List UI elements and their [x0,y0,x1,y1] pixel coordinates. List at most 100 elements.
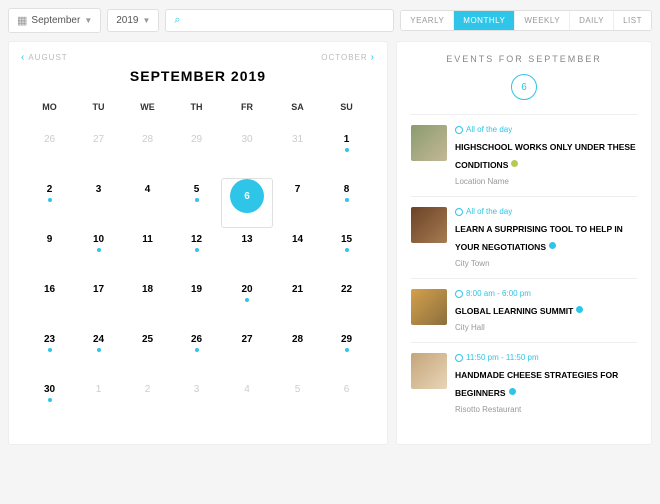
view-monthly[interactable]: MONTHLY [454,11,515,30]
event-time: All of the day [455,207,637,216]
day-number: 28 [292,334,303,345]
calendar-day[interactable]: 18 [123,278,172,328]
calendar-day: 4 [221,378,273,428]
day-number: 26 [44,134,55,145]
event-thumbnail [411,353,447,389]
calendar-day[interactable]: 4 [123,178,172,228]
event-title: HANDMADE CHEESE STRATEGIES FOR BEGINNERS [455,370,618,398]
day-number: 18 [142,284,153,295]
calendar-day[interactable]: 7 [273,178,322,228]
calendar-day[interactable]: 10 [74,228,123,278]
event-item[interactable]: All of the dayLEARN A SURPRISING TOOL TO… [411,196,637,278]
year-select[interactable]: 2019 ▼ [107,9,159,32]
day-number: 4 [244,384,250,395]
day-number: 28 [142,134,153,145]
view-weekly[interactable]: WEEKLY [515,11,570,30]
search-field[interactable]: ⌕ [165,9,394,32]
calendar-day[interactable]: 30 [25,378,74,428]
events-header: EVENTS FOR SEPTEMBER [411,54,637,64]
day-number: 10 [93,234,104,245]
calendar-day[interactable]: 16 [25,278,74,328]
event-dot [345,198,349,202]
day-number: 13 [241,234,252,245]
day-number: 1 [344,134,350,145]
event-location: City Hall [455,323,637,332]
event-thumbnail [411,207,447,243]
prev-month-button[interactable]: ‹ AUGUST [21,52,68,63]
event-item[interactable]: 11:50 pm - 11:50 pmHANDMADE CHEESE STRAT… [411,342,637,424]
event-dot [48,348,52,352]
event-dot [97,348,101,352]
day-number: 22 [341,284,352,295]
event-time: All of the day [455,125,637,134]
calendar-day[interactable]: 11 [123,228,172,278]
month-select-value: September [31,15,80,26]
event-title: GLOBAL LEARNING SUMMIT [455,306,573,316]
event-dot [195,198,199,202]
calendar-day[interactable]: 6 [221,178,273,228]
calendar-day[interactable]: 24 [74,328,123,378]
calendar-day[interactable]: 21 [273,278,322,328]
day-number: 4 [145,184,151,195]
calendar-icon: ▦ [17,14,27,27]
calendar-day[interactable]: 3 [74,178,123,228]
view-daily[interactable]: DAILY [570,11,614,30]
calendar-day[interactable]: 2 [25,178,74,228]
calendar-day[interactable]: 26 [172,328,221,378]
calendar-day[interactable]: 5 [172,178,221,228]
calendar-day[interactable]: 1 [322,128,371,178]
calendar-day[interactable]: 15 [322,228,371,278]
calendar-day[interactable]: 13 [221,228,273,278]
day-number: 17 [93,284,104,295]
calendar-day[interactable]: 25 [123,328,172,378]
calendar-day[interactable]: 20 [221,278,273,328]
day-number: 15 [341,234,352,245]
day-number: 12 [191,234,202,245]
calendar-day: 1 [74,378,123,428]
event-location: Risotto Restaurant [455,405,637,414]
calendar-day[interactable]: 12 [172,228,221,278]
day-number: 30 [44,384,55,395]
calendar-day[interactable]: 8 [322,178,371,228]
calendar-day: 31 [273,128,322,178]
calendar-day: 5 [273,378,322,428]
calendar-day[interactable]: 14 [273,228,322,278]
event-title: HIGHSCHOOL WORKS ONLY UNDER THESE CONDIT… [455,142,636,170]
event-location: Location Name [455,177,637,186]
calendar-day: 2 [123,378,172,428]
day-number: 6 [344,384,350,395]
day-number: 31 [292,134,303,145]
day-number: 7 [295,184,301,195]
day-number: 1 [96,384,102,395]
month-select[interactable]: ▦ September ▼ [8,8,101,33]
calendar-day[interactable]: 9 [25,228,74,278]
view-list[interactable]: LIST [614,11,651,30]
view-yearly[interactable]: YEARLY [401,11,454,30]
category-badge [576,306,583,313]
day-number: 16 [44,284,55,295]
calendar-day[interactable]: 28 [273,328,322,378]
event-item[interactable]: All of the day HIGHSCHOOL WORKS ONLY UNDE… [411,114,637,196]
day-number: 27 [241,334,252,345]
calendar-day[interactable]: 27 [221,328,273,378]
calendar-day[interactable]: 22 [322,278,371,328]
calendar-day[interactable]: 29 [322,328,371,378]
day-number: 25 [142,334,153,345]
event-time: 8:00 am - 6:00 pm [455,289,637,298]
event-dot [345,248,349,252]
category-badge [549,242,556,249]
calendar-grid: MOTUWETHFRSASU26272829303112345678910111… [25,102,371,428]
search-input[interactable] [187,15,386,26]
event-dot [345,148,349,152]
year-select-value: 2019 [116,15,138,26]
day-number: 27 [93,134,104,145]
day-number: 9 [47,234,53,245]
calendar-day[interactable]: 19 [172,278,221,328]
calendar-day[interactable]: 17 [74,278,123,328]
calendar-day: 29 [172,128,221,178]
next-month-button[interactable]: OCTOBER › [321,52,375,63]
day-number: 23 [44,334,55,345]
event-item[interactable]: 8:00 am - 6:00 pm GLOBAL LEARNING SUMMIT C… [411,278,637,342]
calendar-day[interactable]: 23 [25,328,74,378]
calendar-day: 3 [172,378,221,428]
